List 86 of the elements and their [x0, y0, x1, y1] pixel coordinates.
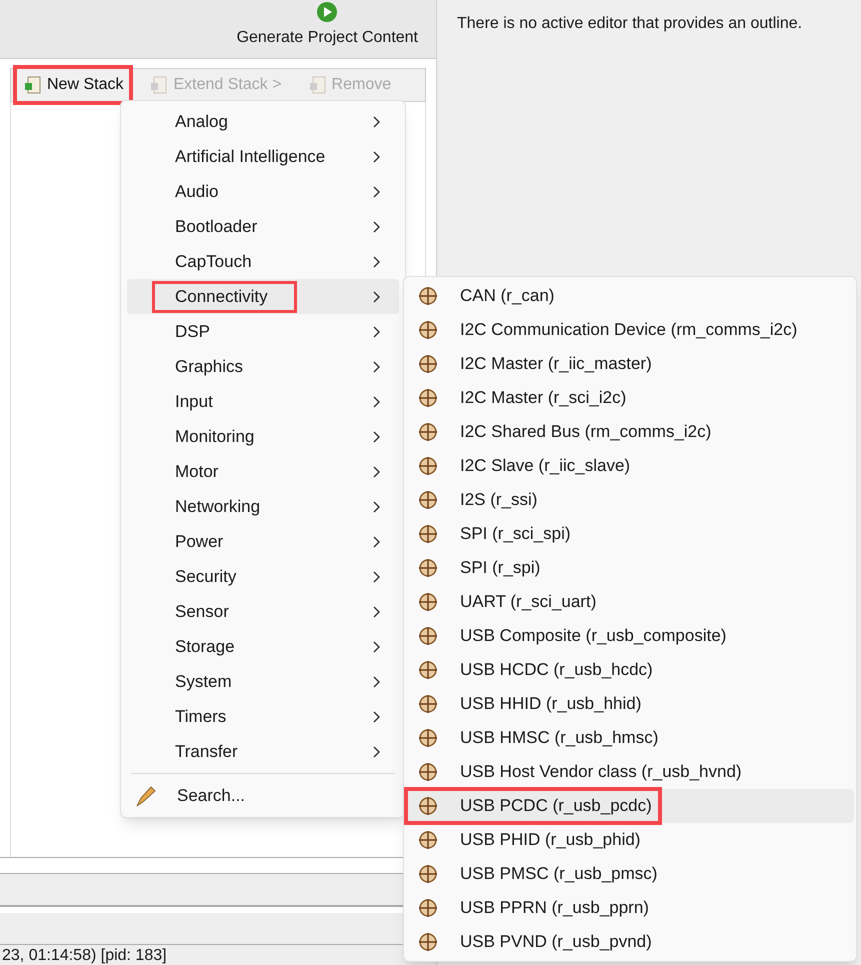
chevron-right-icon: [373, 606, 381, 618]
crosshair-icon: [418, 660, 438, 680]
crosshair-icon: [418, 728, 438, 748]
crosshair-icon: [418, 558, 438, 578]
chevron-right-icon: [373, 326, 381, 338]
menu-item[interactable]: USB Composite (r_usb_composite): [406, 619, 854, 653]
crosshair-icon: [418, 592, 438, 612]
menu-item[interactable]: Power: [127, 524, 399, 559]
chevron-right-icon: [373, 570, 381, 582]
crosshair-icon: [418, 626, 438, 646]
crosshair-icon: [418, 388, 438, 408]
outline-message: There is no active editor that provides an outline.: [457, 14, 804, 34]
chevron-right-icon: [373, 256, 381, 268]
chevron-right-icon: [373, 186, 381, 198]
menu-item[interactable]: CAN (r_can): [406, 279, 854, 313]
chevron-right-icon: [373, 396, 381, 408]
menu-item[interactable]: I2C Master (r_iic_master): [406, 347, 854, 381]
menu-item[interactable]: Security: [127, 559, 399, 594]
document-icon: [308, 75, 328, 95]
menu-item[interactable]: Input: [127, 384, 399, 419]
menu-item[interactable]: Analog: [127, 104, 399, 139]
play-icon: [316, 1, 338, 23]
chevron-right-icon: [373, 500, 381, 512]
menu-item[interactable]: Timers: [127, 699, 399, 734]
crosshair-icon: [418, 898, 438, 918]
menu-item[interactable]: Transfer: [127, 734, 399, 769]
document-icon: [23, 75, 43, 95]
crosshair-icon: [418, 864, 438, 884]
menu-item[interactable]: USB PHID (r_usb_phid): [406, 823, 854, 857]
menu-item[interactable]: SPI (r_sci_spi): [406, 517, 854, 551]
chevron-right-icon: [373, 676, 381, 688]
menu-item[interactable]: Motor: [127, 454, 399, 489]
chevron-right-icon: [373, 640, 381, 652]
chevron-right-icon: [373, 290, 381, 302]
menu-item[interactable]: Graphics: [127, 349, 399, 384]
menu-item[interactable]: Storage: [127, 629, 399, 664]
crosshair-icon: [418, 762, 438, 782]
menu-item[interactable]: I2C Communication Device (rm_comms_i2c): [406, 313, 854, 347]
menu-item[interactable]: I2S (r_ssi): [406, 483, 854, 517]
toolbar-button[interactable]: New Stack: [17, 69, 130, 101]
menu-item[interactable]: I2C Master (r_sci_i2c): [406, 381, 854, 415]
menu-item[interactable]: USB HHID (r_usb_hhid): [406, 687, 854, 721]
menu-item[interactable]: USB HCDC (r_usb_hcdc): [406, 653, 854, 687]
chevron-right-icon: [373, 466, 381, 478]
menu-item[interactable]: CapTouch: [127, 244, 399, 279]
menu-item[interactable]: Networking: [127, 489, 399, 524]
chevron-right-icon: [373, 536, 381, 548]
menu-item[interactable]: DSP: [127, 314, 399, 349]
menu-item[interactable]: UART (r_sci_uart): [406, 585, 854, 619]
menu-item[interactable]: I2C Slave (r_iic_slave): [406, 449, 854, 483]
crosshair-icon: [418, 524, 438, 544]
crosshair-icon: [418, 830, 438, 850]
crosshair-icon: [418, 796, 438, 816]
menu-item[interactable]: Audio: [127, 174, 399, 209]
menu-item[interactable]: Bootloader: [127, 209, 399, 244]
menu-item[interactable]: Connectivity: [127, 279, 399, 314]
crosshair-icon: [418, 490, 438, 510]
menu-item[interactable]: Sensor: [127, 594, 399, 629]
crosshair-icon: [418, 694, 438, 714]
menu-item[interactable]: SPI (r_spi): [406, 551, 854, 585]
document-icon: [149, 75, 170, 95]
crosshair-icon: [418, 422, 438, 442]
chevron-right-icon: [373, 220, 381, 232]
chevron-right-icon: [373, 710, 381, 722]
menu-item[interactable]: USB HMSC (r_usb_hmsc): [406, 721, 854, 755]
status-text: 23, 01:14:58) [pid: 183]: [2, 947, 167, 965]
menu-item[interactable]: USB PCDC (r_usb_pcdc): [406, 789, 854, 823]
menu-item[interactable]: System: [127, 664, 399, 699]
menu-item[interactable]: USB PPRN (r_usb_pprn): [406, 891, 854, 925]
crosshair-icon: [418, 320, 438, 340]
menu-item[interactable]: Artificial Intelligence: [127, 139, 399, 174]
chevron-right-icon: [373, 430, 381, 442]
crosshair-icon: [418, 354, 438, 374]
crosshair-icon: [418, 286, 438, 306]
chevron-right-icon: [373, 150, 381, 162]
menu-item[interactable]: USB PMSC (r_usb_pmsc): [406, 857, 854, 891]
menu-item[interactable]: USB PVND (r_usb_pvnd): [406, 925, 854, 959]
menu-item[interactable]: Monitoring: [127, 419, 399, 454]
crosshair-icon: [418, 456, 438, 476]
menu-item[interactable]: Search...: [127, 778, 399, 814]
chevron-right-icon: [373, 116, 381, 128]
crosshair-icon: [418, 932, 438, 952]
menu-item[interactable]: USB Host Vendor class (r_usb_hvnd): [406, 755, 854, 789]
chevron-right-icon: [373, 746, 381, 758]
menu-item[interactable]: I2C Shared Bus (rm_comms_i2c): [406, 415, 854, 449]
chevron-right-icon: [373, 360, 381, 372]
